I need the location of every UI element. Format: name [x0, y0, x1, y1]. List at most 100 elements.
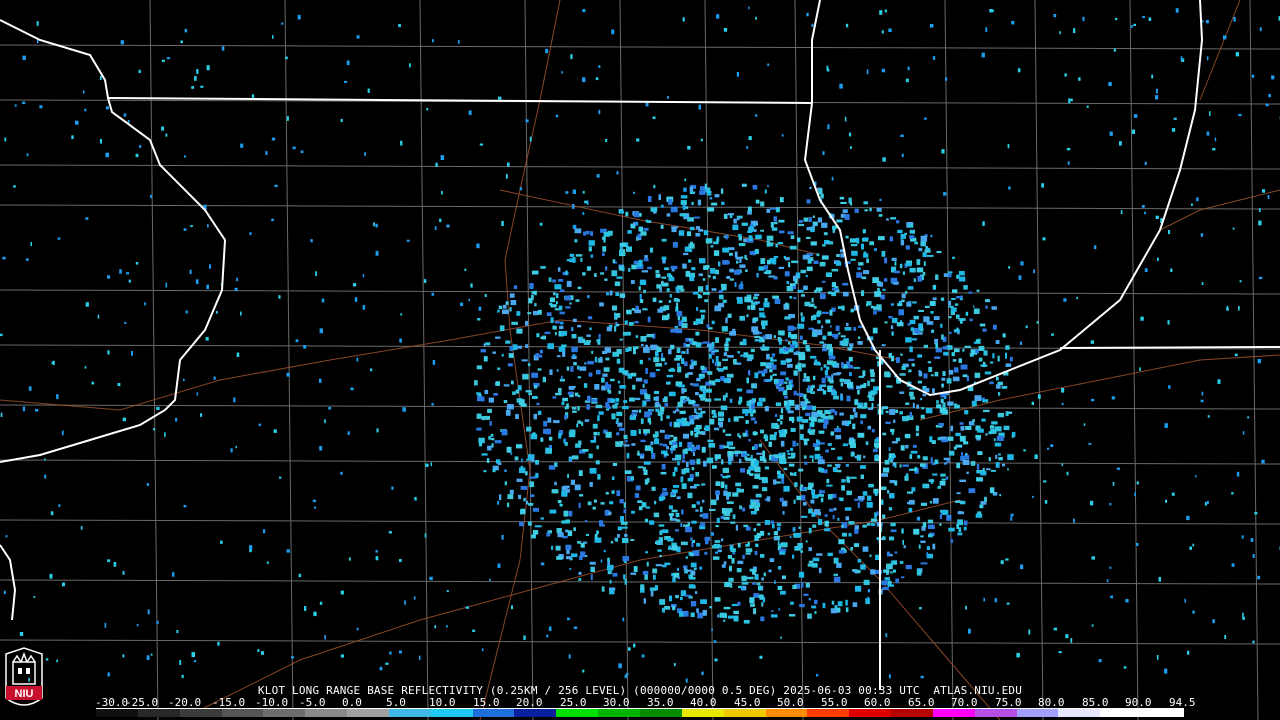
echo-pixel: [321, 298, 325, 303]
echo-pixel: [687, 217, 694, 222]
echo-pixel: [807, 485, 813, 490]
echo-pixel: [939, 523, 942, 526]
echo-pixel: [900, 239, 905, 246]
echo-pixel: [788, 261, 791, 268]
echo-pixel: [682, 263, 687, 269]
echo-pixel: [910, 450, 918, 454]
echo-pixel: [690, 359, 694, 363]
echo-pixel: [604, 278, 608, 281]
echo-pixel: [674, 357, 681, 361]
echo-pixel: [739, 315, 745, 321]
echo-pixel: [678, 384, 685, 388]
echo-pixel: [575, 443, 581, 448]
echo-pixel: [689, 364, 694, 370]
echo-pixel: [504, 481, 507, 486]
echo-pixel: [797, 362, 802, 367]
echo-pixel: [912, 444, 917, 448]
echo-pixel: [687, 492, 693, 499]
echo-pixel: [839, 497, 844, 502]
echo-pixel: [498, 96, 502, 100]
echo-pixel: [762, 487, 768, 492]
echo-pixel: [869, 207, 872, 212]
echo-pixel: [989, 487, 995, 494]
echo-pixel: [468, 110, 472, 115]
echo-pixel: [673, 298, 679, 302]
echo-pixel: [820, 193, 824, 199]
echo-pixel: [99, 75, 102, 80]
echo-pixel: [206, 284, 209, 290]
echo-pixel: [526, 426, 532, 432]
echo-pixel: [582, 77, 586, 83]
echo-pixel: [750, 413, 754, 417]
echo-pixel: [916, 569, 922, 576]
echo-pixel: [685, 373, 689, 378]
echo-pixel: [478, 306, 482, 311]
echo-pixel: [1157, 257, 1159, 261]
echo-pixel: [220, 540, 223, 544]
echo-pixel: [758, 370, 765, 374]
echo-pixel: [685, 526, 693, 533]
echo-pixel: [938, 423, 944, 427]
echo-pixel: [720, 283, 727, 288]
echo-pixel: [905, 263, 912, 267]
echo-pixel: [414, 496, 417, 501]
echo-pixel: [1257, 575, 1261, 580]
echo-pixel: [618, 267, 624, 271]
echo-pixel: [766, 353, 770, 360]
echo-pixel: [660, 415, 663, 421]
echo-pixel: [681, 469, 686, 475]
echo-pixel: [356, 357, 359, 362]
echo-pixel: [918, 370, 921, 374]
echo-pixel: [773, 537, 778, 541]
echo-pixel: [935, 343, 939, 349]
colorscale-swatch: [1142, 709, 1184, 717]
echo-pixel: [1042, 237, 1046, 241]
echo-pixel: [190, 225, 193, 228]
echo-pixel: [918, 323, 923, 329]
echo-pixel: [180, 40, 183, 44]
echo-pixel: [609, 579, 612, 584]
echo-pixel: [704, 551, 708, 555]
echo-pixel: [724, 613, 727, 619]
echo-pixel: [763, 457, 766, 463]
echo-pixel: [135, 262, 139, 265]
echo-pixel: [85, 302, 89, 307]
echo-pixel: [787, 410, 794, 414]
echo-pixel: [812, 223, 815, 229]
echo-pixel: [816, 553, 823, 556]
county-line: [0, 44, 1280, 50]
echo-pixel: [669, 294, 672, 298]
echo-pixel: [947, 436, 954, 441]
echo-pixel: [476, 243, 480, 249]
echo-pixel: [671, 509, 678, 513]
echo-pixel: [872, 327, 878, 334]
echo-pixel: [741, 183, 747, 187]
echo-pixel: [755, 543, 759, 547]
echo-pixel: [785, 377, 789, 381]
county-line: [0, 289, 1280, 295]
echo-pixel: [370, 368, 373, 372]
echo-pixel: [870, 305, 874, 309]
echo-pixel: [803, 593, 809, 596]
echo-pixel: [424, 533, 427, 538]
echo-pixel: [739, 458, 742, 464]
echo-pixel: [663, 443, 668, 447]
echo-pixel: [892, 569, 897, 573]
echo-pixel: [124, 321, 127, 324]
echo-pixel: [696, 226, 700, 230]
echo-pixel: [693, 567, 697, 570]
echo-pixel: [300, 150, 304, 154]
echo-pixel: [614, 281, 621, 287]
echo-pixel: [754, 339, 762, 342]
echo-pixel: [1090, 500, 1094, 506]
echo-pixel: [957, 519, 963, 526]
echo-pixel: [571, 334, 577, 339]
echo-pixel: [902, 539, 904, 545]
colorscale-swatch: [807, 709, 850, 717]
echo-pixel: [642, 308, 648, 311]
echo-pixel: [909, 454, 913, 459]
echo-pixel: [976, 289, 980, 292]
echo-pixel: [556, 355, 561, 358]
echo-pixel: [824, 520, 829, 527]
echo-pixel: [894, 261, 897, 266]
